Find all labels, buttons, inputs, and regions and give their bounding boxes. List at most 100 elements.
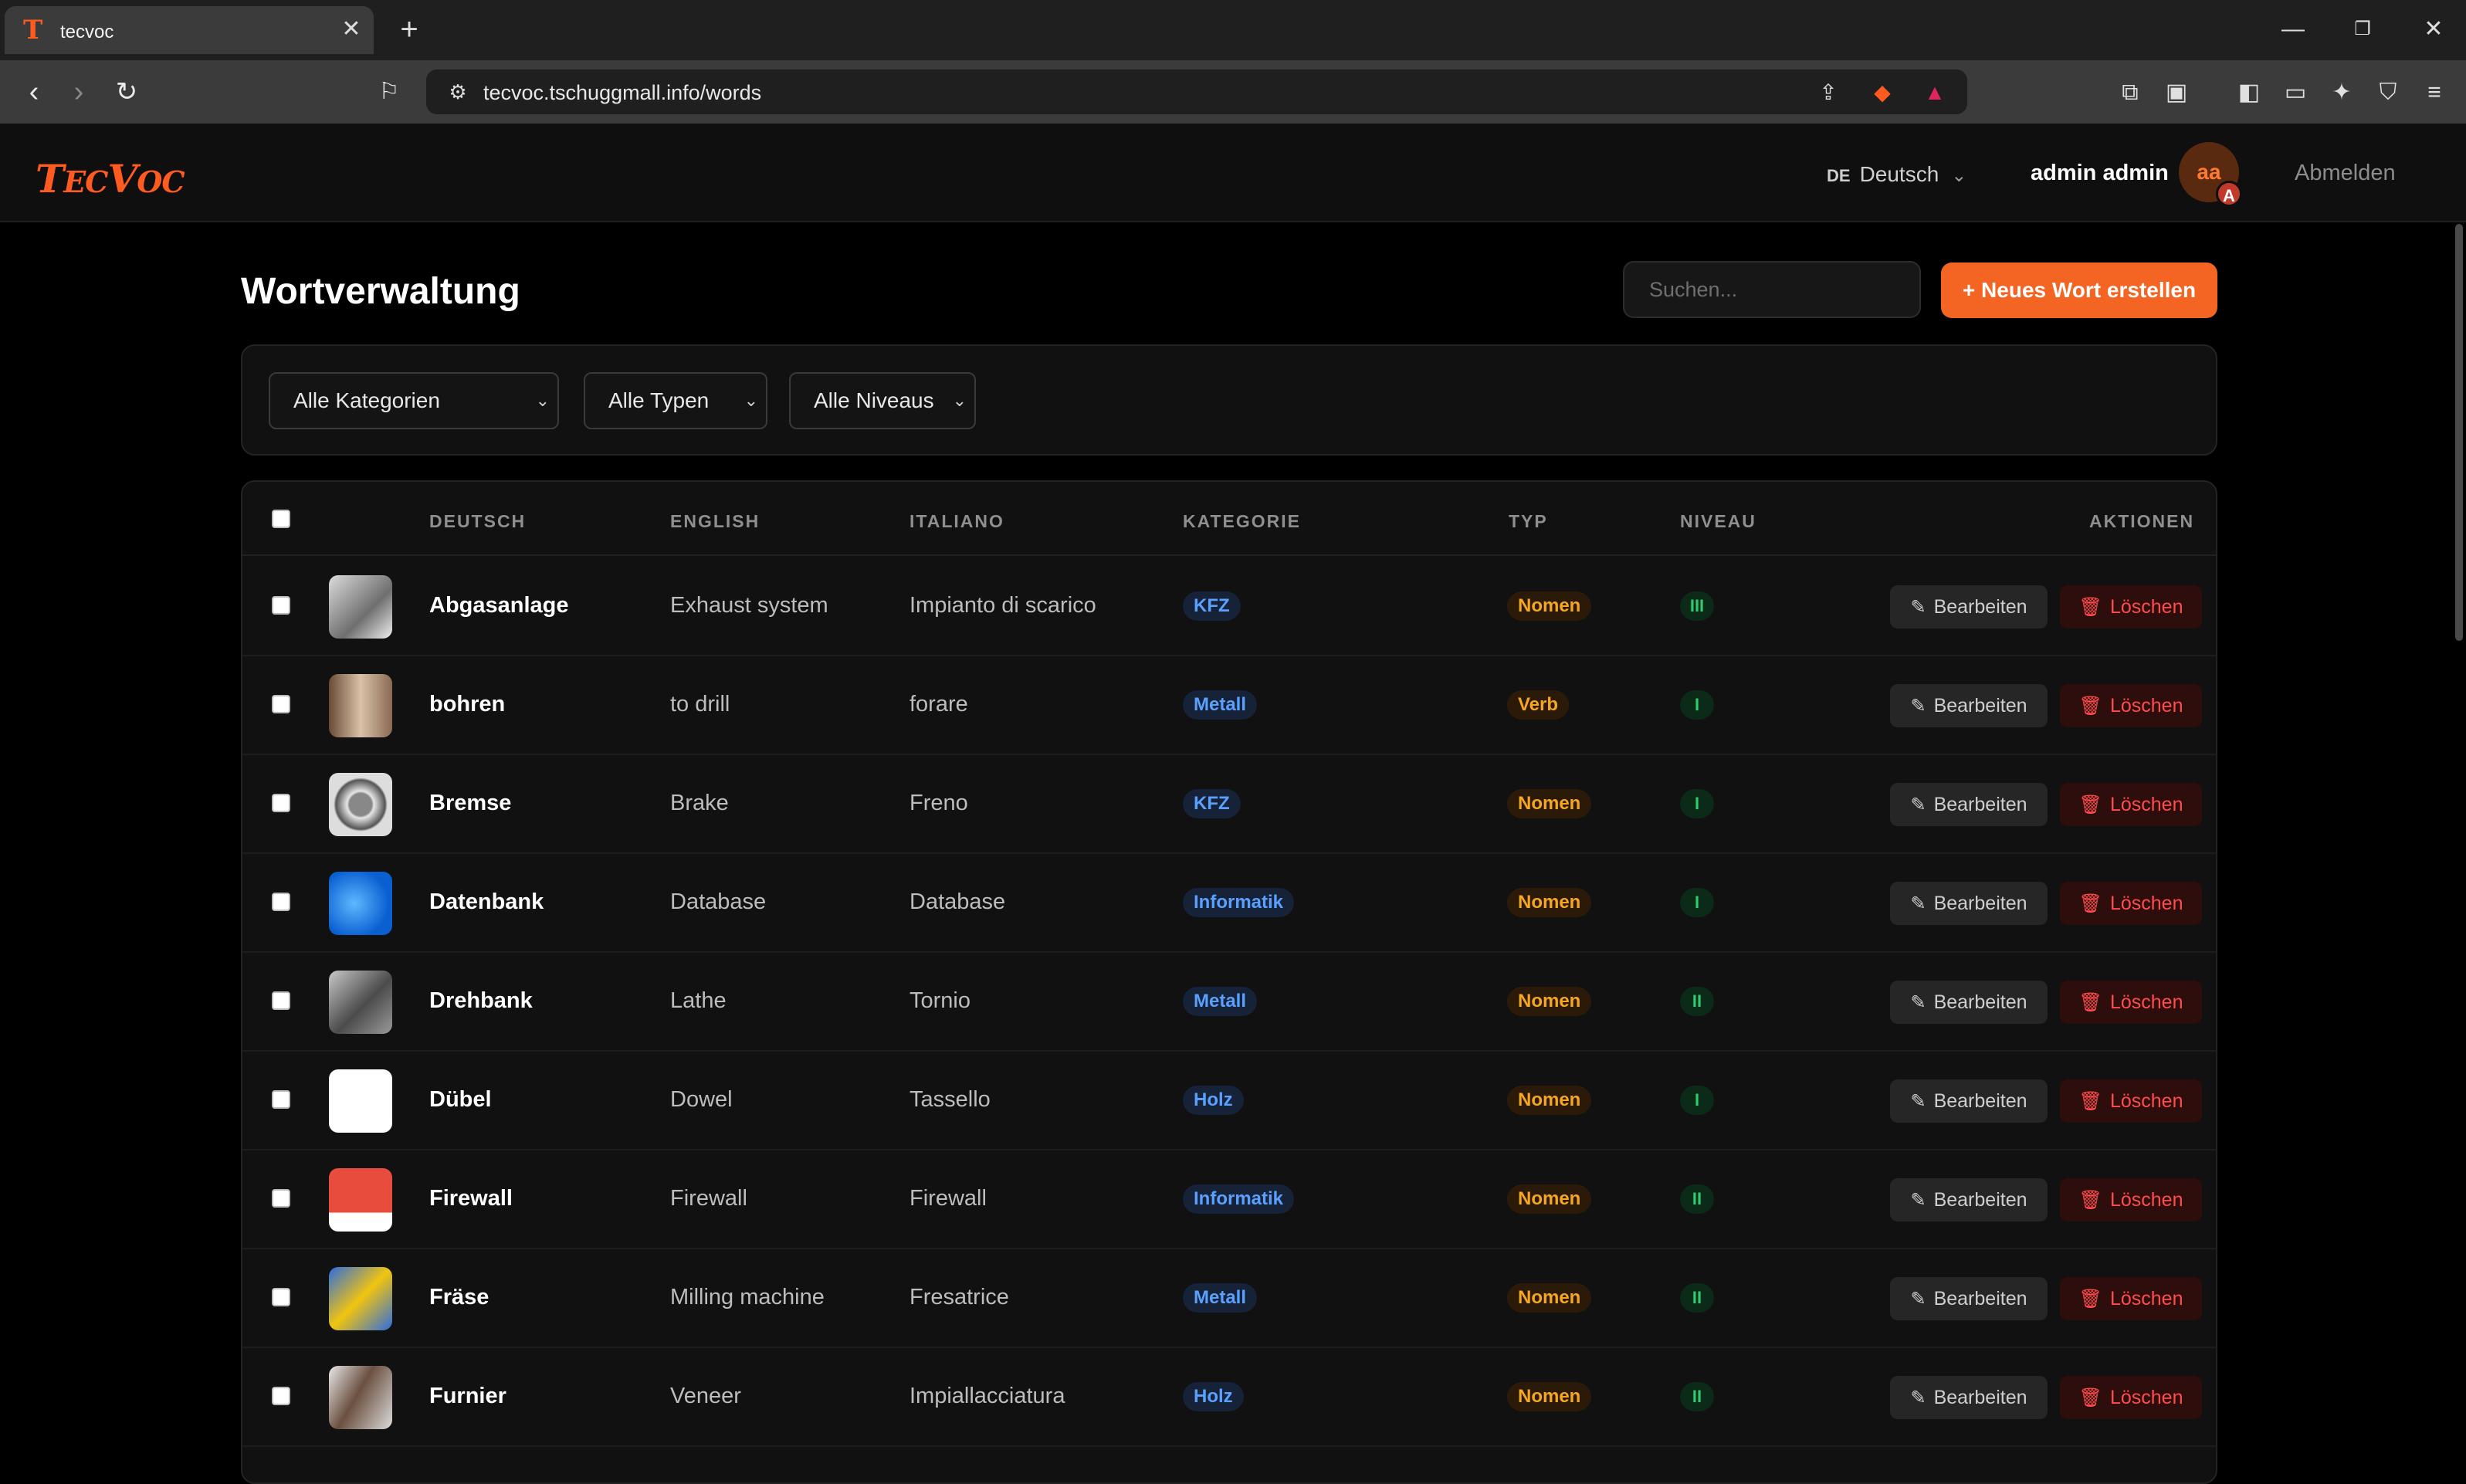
brave-shields-icon[interactable]: ◆ xyxy=(1867,77,1898,108)
admin-badge: A xyxy=(2216,181,2242,207)
logout-button[interactable]: Abmelden xyxy=(2295,161,2396,186)
column-header-kategorie[interactable]: KATEGORIE xyxy=(1183,511,1301,532)
language-code: DE xyxy=(1827,166,1851,185)
table-row[interactable]: Fräse Milling machine Fresatrice Metall Nome… xyxy=(242,1248,2216,1348)
back-icon[interactable]: ‹ xyxy=(15,74,53,110)
edit-button[interactable]: ✎ Bearbeiten xyxy=(1890,684,2048,727)
word-image xyxy=(329,1366,392,1429)
delete-label: Löschen xyxy=(2109,1090,2183,1112)
table-row[interactable]: Abgasanlage Exhaust system Impianto di sca… xyxy=(242,556,2216,656)
row-checkbox[interactable] xyxy=(272,596,290,615)
row-checkbox[interactable] xyxy=(272,893,290,911)
word-image xyxy=(329,872,392,935)
category-badge: Informatik xyxy=(1183,888,1295,917)
level-filter[interactable]: Alle Niveaus ⌄ xyxy=(789,372,976,429)
extensions-icon[interactable]: ⧉ xyxy=(2112,76,2148,110)
row-checkbox[interactable] xyxy=(272,794,290,812)
reload-icon[interactable]: ↻ xyxy=(108,74,145,110)
close-window-icon[interactable]: ✕ xyxy=(2410,12,2457,46)
row-checkbox[interactable] xyxy=(272,1288,290,1306)
vpn-icon[interactable]: ⛉ xyxy=(2370,76,2406,110)
forward-icon[interactable]: › xyxy=(60,74,97,110)
row-checkbox[interactable] xyxy=(272,1387,290,1405)
edit-button[interactable]: ✎ Bearbeiten xyxy=(1890,783,2048,826)
delete-button[interactable]: 🗑 Löschen xyxy=(2060,1376,2202,1419)
close-tab-icon[interactable]: ✕ xyxy=(338,17,364,43)
edit-button[interactable]: ✎ Bearbeiten xyxy=(1890,882,2048,925)
table-row[interactable]: Bremse Brake Freno KFZ Nomen I ✎ Bearbeiten 🗑 Lös… xyxy=(242,754,2216,854)
type-badge: Nomen xyxy=(1507,1184,1592,1214)
word-italian: Impiallacciatura xyxy=(910,1384,1065,1408)
table-row[interactable]: Firewall Firewall Firewall Informatik Nomen I… xyxy=(242,1149,2216,1249)
reader-mode-icon[interactable]: ▣ xyxy=(2159,76,2194,110)
language-selector[interactable]: DE Deutsch ⌄ xyxy=(1827,162,1966,187)
edit-button[interactable]: ✎ Bearbeiten xyxy=(1890,1277,2048,1320)
column-header-deutsch[interactable]: DEUTSCH xyxy=(429,511,526,532)
delete-button[interactable]: 🗑 Löschen xyxy=(2060,1277,2202,1320)
delete-button[interactable]: 🗑 Löschen xyxy=(2060,981,2202,1024)
table-row[interactable]: Dübel Dowel Tassello Holz Nomen I ✎ Bearbeiten 🗑… xyxy=(242,1050,2216,1150)
row-checkbox[interactable] xyxy=(272,1189,290,1208)
edit-button[interactable]: ✎ Bearbeiten xyxy=(1890,1079,2048,1123)
category-filter[interactable]: Alle Kategorien ⌄ xyxy=(269,372,559,429)
word-english: Brake xyxy=(670,791,729,815)
delete-button[interactable]: 🗑 Löschen xyxy=(2060,684,2202,727)
minimize-window-icon[interactable]: — xyxy=(2270,12,2316,46)
select-all-checkbox[interactable] xyxy=(272,510,290,528)
category-badge: KFZ xyxy=(1183,591,1241,621)
row-checkbox[interactable] xyxy=(272,991,290,1010)
search-input[interactable] xyxy=(1623,261,1921,318)
leo-ai-icon[interactable]: ✦ xyxy=(2324,76,2359,110)
delete-button[interactable]: 🗑 Löschen xyxy=(2060,783,2202,826)
column-header-english[interactable]: ENGLISH xyxy=(670,511,760,532)
chevron-down-icon: ⌄ xyxy=(952,391,967,410)
table-row[interactable]: Drehbank Lathe Tornio Metall Nomen II ✎ Bearbei… xyxy=(242,951,2216,1052)
table-row[interactable]: Furnier Veneer Impiallacciatura Holz Nomen II… xyxy=(242,1347,2216,1447)
delete-button[interactable]: 🗑 Löschen xyxy=(2060,585,2202,628)
create-word-button[interactable]: + Neues Wort erstellen xyxy=(1941,263,2217,318)
brave-rewards-icon[interactable]: ▲ xyxy=(1919,77,1950,108)
word-italian: Tassello xyxy=(910,1087,991,1112)
address-bar[interactable]: ⚙ tecvoc.tschuggmall.info/words ⇪ ◆ ▲ xyxy=(426,69,1967,114)
edit-button[interactable]: ✎ Bearbeiten xyxy=(1890,1178,2048,1221)
word-image xyxy=(329,1267,392,1330)
edit-icon: ✎ xyxy=(1910,992,1926,1013)
delete-label: Löschen xyxy=(2109,596,2183,618)
row-checkbox[interactable] xyxy=(272,1090,290,1109)
row-checkbox[interactable] xyxy=(272,695,290,713)
word-english: to drill xyxy=(670,692,730,717)
bookmark-icon[interactable]: ⚐ xyxy=(371,74,408,110)
restore-window-icon[interactable]: ❐ xyxy=(2339,12,2386,46)
edit-icon: ✎ xyxy=(1910,696,1926,717)
menu-icon[interactable]: ≡ xyxy=(2417,76,2452,110)
tecvoc-logo[interactable]: TECVOC xyxy=(36,156,185,202)
table-row[interactable]: bohren to drill forare Metall Verb I ✎ Bearbeit… xyxy=(242,655,2216,755)
share-icon[interactable]: ⇪ xyxy=(1813,77,1844,108)
word-image xyxy=(329,674,392,737)
edit-icon: ✎ xyxy=(1910,893,1926,914)
delete-button[interactable]: 🗑 Löschen xyxy=(2060,1178,2202,1221)
page-scrollbar[interactable] xyxy=(2455,224,2463,641)
column-header-niveau[interactable]: NIVEAU xyxy=(1680,511,1756,532)
new-tab-icon[interactable]: + xyxy=(394,14,425,46)
site-settings-icon[interactable]: ⚙ xyxy=(443,77,473,107)
browser-tab[interactable]: T tecvoc ✕ xyxy=(5,6,374,54)
column-header-italiano[interactable]: ITALIANO xyxy=(910,511,1004,532)
edit-button[interactable]: ✎ Bearbeiten xyxy=(1890,981,2048,1024)
column-header-typ[interactable]: TYP xyxy=(1509,511,1548,532)
type-filter[interactable]: Alle Typen ⌄ xyxy=(584,372,767,429)
trash-icon: 🗑 xyxy=(2078,795,2102,815)
sidebar-icon[interactable]: ◧ xyxy=(2231,76,2267,110)
level-badge: II xyxy=(1680,1184,1714,1214)
trash-icon: 🗑 xyxy=(2078,1091,2102,1112)
edit-button[interactable]: ✎ Bearbeiten xyxy=(1890,1376,2048,1419)
edit-button[interactable]: ✎ Bearbeiten xyxy=(1890,585,2048,628)
url-text[interactable]: tecvoc.tschuggmall.info/words xyxy=(483,81,761,105)
edit-icon: ✎ xyxy=(1910,597,1926,618)
table-row[interactable]: Datenbank Database Database Informatik Nomen… xyxy=(242,852,2216,953)
browser-toolbar: ‹ › ↻ ⚐ ⚙ tecvoc.tschuggmall.info/words … xyxy=(0,60,2466,124)
delete-button[interactable]: 🗑 Löschen xyxy=(2060,1079,2202,1123)
edit-icon: ✎ xyxy=(1910,795,1926,815)
wallet-icon[interactable]: ▭ xyxy=(2278,76,2313,110)
delete-button[interactable]: 🗑 Löschen xyxy=(2060,882,2202,925)
